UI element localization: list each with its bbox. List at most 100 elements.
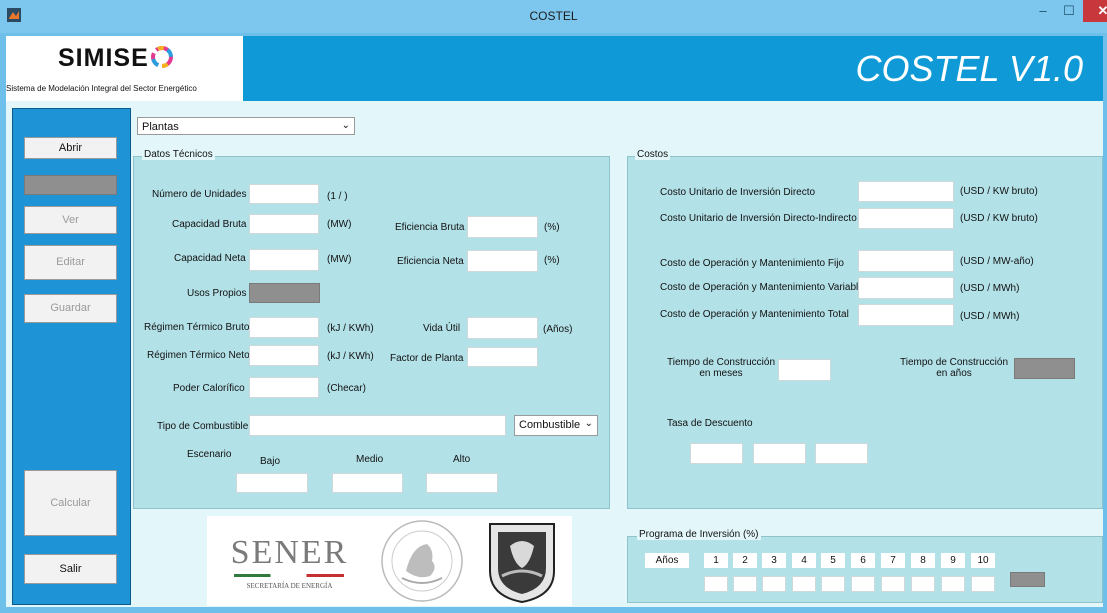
year-label: 4	[792, 553, 816, 568]
investment-year-input[interactable]	[821, 576, 845, 592]
year-label: 7	[881, 553, 905, 568]
scenario-medium-input[interactable]	[332, 473, 403, 493]
scenario-label: Escenario	[187, 449, 232, 460]
plant-factor-input[interactable]	[467, 347, 538, 367]
gross-heat-rate-input[interactable]	[249, 317, 319, 338]
calorific-power-input[interactable]	[249, 377, 319, 398]
scenario-high-input[interactable]	[426, 473, 498, 493]
sener-subtitle: SECRETARÍA DE ENERGÍA	[246, 582, 333, 590]
year-label: 5	[821, 553, 845, 568]
net-efficiency-input[interactable]	[467, 250, 538, 272]
plant-type-select[interactable]: Plantas ⌄	[137, 117, 355, 135]
year-label: 9	[941, 553, 965, 568]
direct-indirect-investment-unit: (USD / KW bruto)	[960, 213, 1038, 224]
discount-rate-label: Tasa de Descuento	[667, 418, 753, 429]
direct-indirect-investment-label: Costo Unitario de Inversión Directo-Indi…	[660, 213, 857, 224]
calculate-button[interactable]: Calcular	[24, 470, 117, 536]
year-label: 1	[704, 553, 728, 568]
total-om-label: Costo de Operación y Mantenimiento Total	[660, 309, 849, 320]
year-label: 3	[762, 553, 786, 568]
variable-om-input[interactable]	[858, 277, 954, 299]
useful-life-label: Vida Útil	[423, 323, 461, 334]
year-label: 10	[971, 553, 995, 568]
discount-rate-input-1[interactable]	[690, 443, 743, 464]
maximize-button[interactable]: ☐	[1056, 0, 1082, 24]
investment-year-input[interactable]	[911, 576, 935, 592]
net-efficiency-label: Eficiencia Neta	[397, 256, 464, 267]
scenario-low-input[interactable]	[236, 473, 308, 493]
construction-months-line1: Tiempo de Construcción	[667, 357, 776, 368]
investment-year-input[interactable]	[971, 576, 995, 592]
year-label: 2	[733, 553, 757, 568]
file-name-display	[24, 175, 117, 195]
investment-year-input[interactable]	[704, 576, 728, 592]
fixed-om-label: Costo de Operación y Mantenimiento Fijo	[660, 258, 844, 269]
direct-investment-input[interactable]	[858, 181, 954, 202]
investment-year-input[interactable]	[733, 576, 757, 592]
investment-year-input[interactable]	[792, 576, 816, 592]
discount-rate-input-2[interactable]	[753, 443, 806, 464]
construction-years-line1: Tiempo de Construcción	[900, 357, 1009, 368]
investment-inputs-row	[704, 576, 1004, 592]
fuel-type-input[interactable]	[249, 415, 506, 436]
num-units-input[interactable]	[249, 184, 319, 204]
window-title: COSTEL	[529, 9, 578, 23]
discount-rate-input-3[interactable]	[815, 443, 868, 464]
investment-program-legend: Programa de Inversión (%)	[637, 529, 761, 540]
gross-capacity-unit: (MW)	[327, 219, 352, 230]
gross-capacity-label: Capacidad Bruta	[172, 219, 247, 230]
construction-months-label: Tiempo de Construcción en meses	[667, 357, 775, 379]
investment-year-input[interactable]	[881, 576, 905, 592]
net-efficiency-unit: (%)	[544, 255, 560, 266]
gross-capacity-input[interactable]	[249, 214, 319, 234]
gross-efficiency-input[interactable]	[467, 216, 538, 238]
flag-stripe	[234, 574, 344, 577]
unam-shield-icon	[489, 523, 555, 604]
fuel-select[interactable]: Combustible ⌄	[514, 415, 598, 436]
view-button[interactable]: Ver	[24, 206, 117, 234]
scenario-high-label: Alto	[453, 454, 471, 465]
header-logo-area: SIMISE Sistema de Modelación Integral de…	[6, 36, 243, 101]
years-label: Años	[645, 553, 689, 568]
own-uses-output	[249, 283, 320, 303]
gross-heat-rate-label: Régimen Térmico Bruto	[144, 322, 250, 333]
technical-data-legend: Datos Técnicos	[142, 149, 215, 160]
investment-year-input[interactable]	[851, 576, 875, 592]
fuel-type-label: Tipo de Combustible	[157, 421, 249, 432]
matlab-icon	[7, 8, 21, 22]
costs-legend: Costos	[635, 149, 671, 160]
useful-life-input[interactable]	[467, 317, 538, 339]
net-heat-rate-label: Régimen Térmico Neto	[147, 350, 250, 361]
open-button[interactable]: Abrir	[24, 137, 117, 159]
chevron-down-icon: ⌄	[584, 418, 593, 429]
useful-life-unit: (Años)	[543, 324, 573, 335]
net-heat-rate-input[interactable]	[249, 345, 319, 366]
net-capacity-input[interactable]	[249, 249, 319, 271]
minimize-button[interactable]: –	[1030, 0, 1056, 24]
calorific-power-label: Poder Calorífico	[173, 383, 245, 394]
save-button[interactable]: Guardar	[24, 294, 117, 323]
construction-years-output	[1014, 358, 1075, 379]
chevron-down-icon: ⌄	[341, 120, 350, 131]
direct-investment-label: Costo Unitario de Inversión Directo	[660, 187, 816, 198]
investment-year-input[interactable]	[762, 576, 786, 592]
own-uses-label: Usos Propios	[187, 288, 247, 299]
scenario-low-label: Bajo	[260, 456, 281, 467]
edit-button[interactable]: Editar	[24, 245, 117, 280]
exit-button[interactable]: Salir	[24, 554, 117, 584]
net-heat-rate-unit: (kJ / KWh)	[327, 351, 374, 362]
simiseo-logo: SIMISE	[58, 44, 175, 73]
fixed-om-input[interactable]	[858, 250, 954, 272]
investment-program-panel	[627, 536, 1103, 603]
construction-years-line2: en años	[936, 368, 972, 379]
close-button[interactable]: ✕	[1083, 0, 1107, 22]
investment-year-input[interactable]	[941, 576, 965, 592]
direct-indirect-investment-input[interactable]	[858, 208, 954, 229]
swirl-icon	[150, 46, 173, 68]
scenario-medium-label: Medio	[356, 454, 384, 465]
construction-months-input[interactable]	[778, 359, 831, 381]
mexico-seal	[372, 516, 472, 606]
fixed-om-unit: (USD / MW-año)	[960, 256, 1034, 267]
unam-logo	[472, 516, 572, 606]
total-om-input[interactable]	[858, 304, 954, 326]
